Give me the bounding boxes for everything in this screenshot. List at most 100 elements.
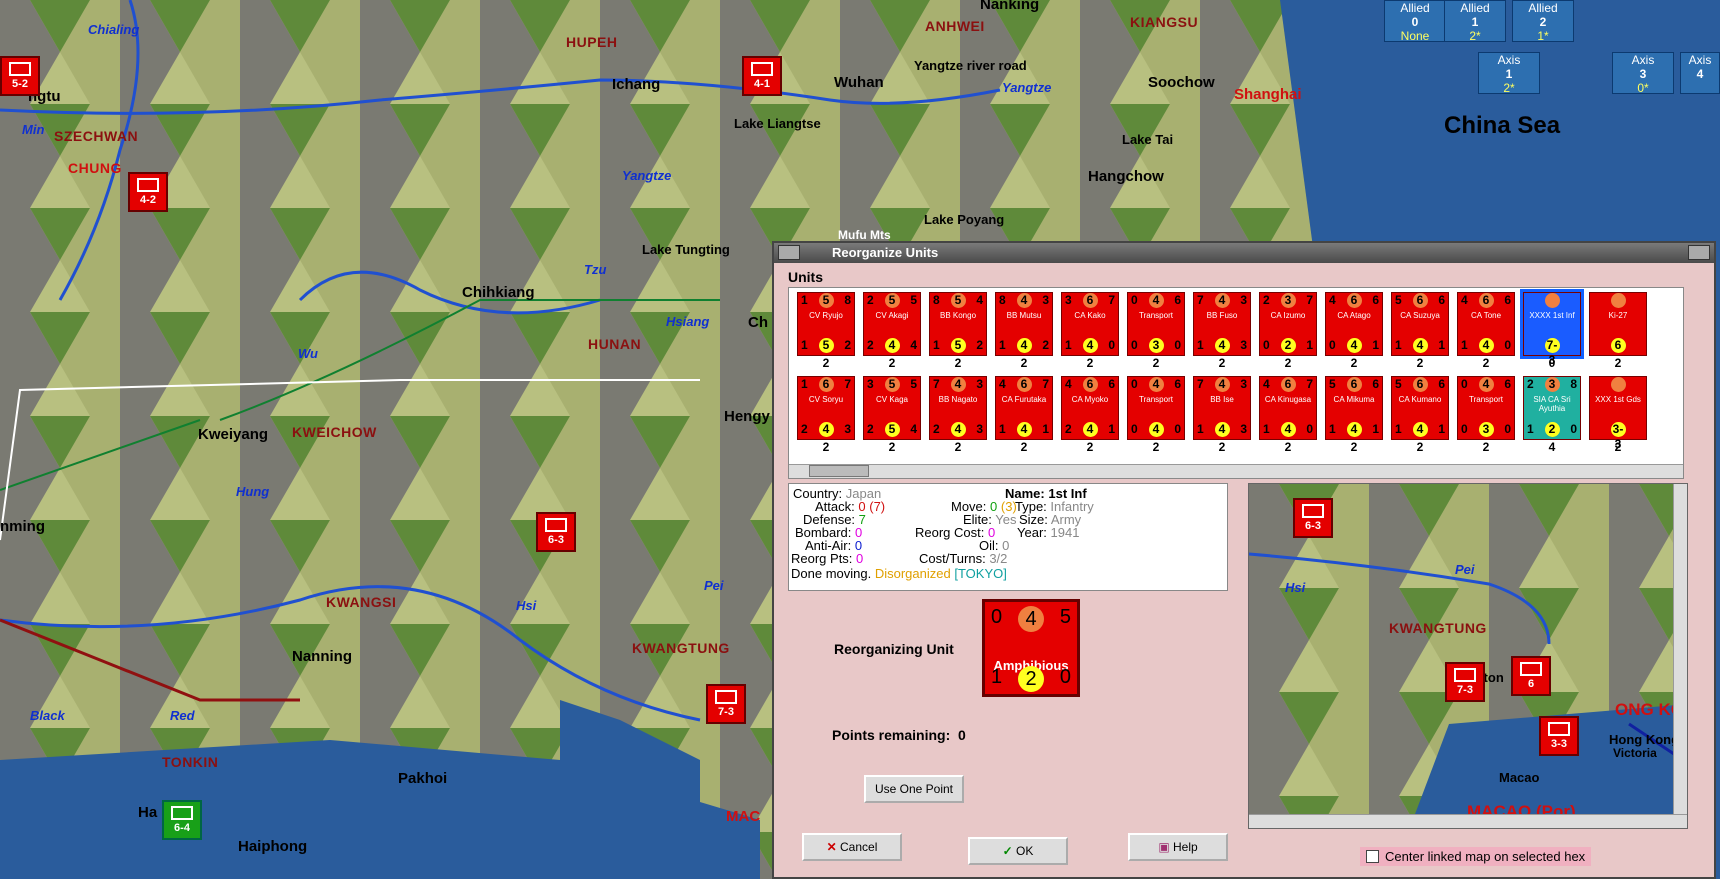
scroll-thumb[interactable] bbox=[809, 465, 869, 477]
unit-card[interactable]: XXX 1st Gds 3-3 bbox=[1589, 376, 1647, 451]
unit-stat: 4 bbox=[976, 293, 983, 307]
map-unit-counter[interactable]: 6-4 bbox=[162, 800, 202, 840]
status-num: 1 bbox=[1471, 15, 1479, 29]
lm-unit-counter[interactable]: 6 bbox=[1511, 656, 1551, 696]
map-unit-counter[interactable]: 7-3 bbox=[706, 684, 746, 724]
feature-lake-poyang: Lake Poyang bbox=[924, 212, 1005, 227]
unit-stat: 2 bbox=[867, 338, 874, 352]
checkbox-icon[interactable] bbox=[1366, 850, 1379, 863]
use-one-point-button[interactable]: Use One Point bbox=[864, 775, 964, 803]
unit-stat: 1 bbox=[1065, 338, 1072, 352]
unit-card[interactable]: 2 3 7 CA Izumo 0 2 1 bbox=[1259, 292, 1317, 356]
unit-stat: 3 bbox=[1544, 377, 1560, 392]
lm-unit-counter[interactable]: 6-3 bbox=[1293, 498, 1333, 538]
city-ch[interactable]: Ch bbox=[748, 314, 768, 331]
unit-card[interactable]: 7 4 3 BB Nagato 2 4 3 bbox=[929, 376, 987, 440]
city-nming[interactable]: nming bbox=[0, 518, 45, 535]
province-hunan: HUNAN bbox=[588, 336, 642, 352]
help-button[interactable]: ▣ Help bbox=[1128, 833, 1228, 861]
info-cost-turns: Cost/Turns: 3/2 bbox=[919, 551, 1008, 566]
close-icon[interactable] bbox=[1688, 245, 1710, 260]
unit-card[interactable]: 0 4 6 Transport 0 4 0 bbox=[1127, 376, 1185, 440]
counter-value: 0 bbox=[991, 606, 1003, 628]
unit-stat: 4 bbox=[1214, 338, 1230, 353]
city-haiphong[interactable]: Haiphong bbox=[238, 838, 307, 855]
unit-card[interactable]: 4 6 6 CA Myoko 2 4 1 bbox=[1061, 376, 1119, 440]
unit-card[interactable]: 3 5 5 CV Kaga 2 5 4 bbox=[863, 376, 921, 440]
info-year: Year: 1941 bbox=[1017, 525, 1080, 540]
city-hengy[interactable]: Hengy bbox=[724, 408, 770, 425]
unit-stat: 4 bbox=[1478, 377, 1494, 392]
cancel-button[interactable]: ✕ Cancel bbox=[802, 833, 902, 861]
unit-card[interactable]: 4 6 7 CA Furutaka 1 4 1 bbox=[995, 376, 1053, 440]
unit-name: BB Nagato bbox=[938, 395, 978, 404]
unit-card[interactable]: 8 4 3 BB Mutsu 1 4 2 bbox=[995, 292, 1053, 356]
city-pakhoi[interactable]: Pakhoi bbox=[398, 770, 447, 787]
unit-count: 2 bbox=[1284, 356, 1292, 370]
map-unit-counter[interactable]: 4-1 bbox=[742, 56, 782, 96]
city-nanking[interactable]: Nanking bbox=[980, 0, 1039, 13]
unit-stat: 3 bbox=[1240, 377, 1247, 391]
city-wuhan[interactable]: Wuhan bbox=[834, 74, 884, 91]
dialog-title-bar[interactable]: Reorganize Units bbox=[774, 243, 1714, 263]
city-ichang[interactable]: Ichang bbox=[612, 76, 660, 93]
linked-map[interactable]: Hsi Pei KWANGTUNG Kanton Hong Kong Victo… bbox=[1248, 483, 1688, 829]
unit-card[interactable]: 0 4 6 Transport 0 3 0 bbox=[1127, 292, 1185, 356]
unit-stat: 0 bbox=[1131, 293, 1138, 307]
river-yangtze-1: Yangtze bbox=[622, 168, 672, 183]
lm-city-hongkong[interactable]: Hong Kong bbox=[1609, 732, 1679, 747]
unit-card[interactable]: 2 3 8 SIA CA Sri Ayuthia 1 2 0 bbox=[1523, 376, 1581, 440]
unit-card[interactable]: 4 6 6 CA Tone 1 4 0 bbox=[1457, 292, 1515, 356]
unit-stat: 5 bbox=[884, 377, 900, 392]
lm-city-macao[interactable]: Macao bbox=[1499, 770, 1539, 785]
unit-card[interactable]: 1 6 7 CV Soryu 2 4 3 bbox=[797, 376, 855, 440]
city-kweiyang[interactable]: Kweiyang bbox=[198, 426, 268, 443]
unit-card[interactable]: 4 6 6 CA Atago 0 4 1 bbox=[1325, 292, 1383, 356]
city-ha[interactable]: Ha bbox=[138, 804, 157, 821]
unit-stat: 3 bbox=[844, 422, 851, 436]
units-scrollbar[interactable] bbox=[789, 464, 1683, 478]
status-side: Allied bbox=[1528, 1, 1558, 15]
unit-card[interactable]: 5 6 6 CA Kumano 1 4 1 bbox=[1391, 376, 1449, 440]
map-unit-counter[interactable]: 5-2 bbox=[0, 56, 40, 96]
lm-city-victoria[interactable]: Victoria bbox=[1613, 746, 1657, 760]
city-nanning[interactable]: Nanning bbox=[292, 648, 352, 665]
unit-card[interactable]: 2 5 5 CV Akagi 2 4 4 bbox=[863, 292, 921, 356]
unit-card[interactable]: 4 6 7 CA Kinugasa 1 4 0 bbox=[1259, 376, 1317, 440]
unit-card[interactable]: 7 4 3 BB Ise 1 4 3 bbox=[1193, 376, 1251, 440]
unit-count: 2 bbox=[888, 440, 896, 454]
reorganize-units-dialog: Reorganize Units Units 1 5 8 CV Ryujo 1 5 2 2 2 5… bbox=[772, 241, 1716, 879]
unit-card[interactable]: 8 5 4 BB Kongo 1 5 2 bbox=[929, 292, 987, 356]
unit-card[interactable]: 0 4 6 Transport 0 3 0 bbox=[1457, 376, 1515, 440]
cancel-label: Cancel bbox=[840, 840, 878, 854]
unit-card[interactable]: XXXX 1st Inf 7-3 bbox=[1520, 289, 1584, 367]
linked-map-hscroll[interactable] bbox=[1249, 814, 1687, 828]
sea-label: China Sea bbox=[1444, 112, 1561, 139]
map-unit-counter[interactable]: 6-3 bbox=[536, 512, 576, 552]
unit-card[interactable]: 5 6 6 CA Mikuma 1 4 1 bbox=[1325, 376, 1383, 440]
unit-card[interactable]: 7 4 3 BB Fuso 1 4 3 bbox=[1193, 292, 1251, 356]
city-soochow[interactable]: Soochow bbox=[1148, 74, 1215, 91]
unit-stat: 4 bbox=[1082, 422, 1098, 437]
unit-card[interactable]: 1 5 8 CV Ryujo 1 5 2 bbox=[797, 292, 855, 356]
unit-card[interactable]: 5 6 6 CA Suzuya 1 4 1 bbox=[1391, 292, 1449, 356]
lm-unit-counter[interactable]: 3-3 bbox=[1539, 716, 1579, 756]
lm-unit-counter[interactable]: 7-3 bbox=[1445, 662, 1485, 702]
system-menu-icon[interactable] bbox=[778, 245, 800, 260]
center-linked-map-checkbox[interactable]: Center linked map on selected hex bbox=[1360, 847, 1592, 866]
unit-stat: 4 bbox=[1148, 422, 1164, 437]
map-unit-counter[interactable]: 4-2 bbox=[128, 172, 168, 212]
units-label: Units bbox=[788, 269, 823, 285]
unit-stat: 0 bbox=[1131, 338, 1138, 352]
unit-card[interactable]: 3 6 7 CA Kako 1 4 0 bbox=[1061, 292, 1119, 356]
dialog-title: Reorganize Units bbox=[832, 245, 939, 260]
linked-map-vscroll[interactable] bbox=[1673, 484, 1687, 828]
city-shanghai[interactable]: Shanghai bbox=[1234, 86, 1302, 103]
unit-stat: 1 bbox=[801, 377, 808, 391]
checkmark-icon: ✓ bbox=[1002, 844, 1013, 858]
unit-stat: 1 bbox=[1197, 338, 1204, 352]
city-hangchow[interactable]: Hangchow bbox=[1088, 168, 1164, 185]
unit-card[interactable]: Ki-27 6 bbox=[1589, 292, 1647, 356]
ok-button[interactable]: ✓ OK bbox=[968, 837, 1068, 865]
city-chihkiang[interactable]: Chihkiang bbox=[462, 284, 535, 301]
